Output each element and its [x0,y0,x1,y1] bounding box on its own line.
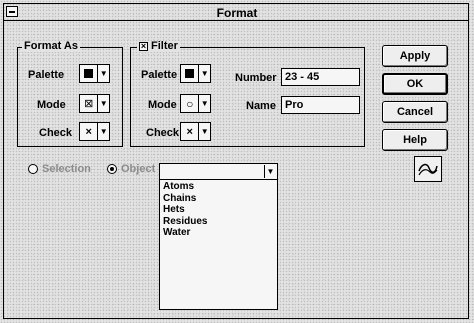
chevron-down-icon[interactable]: ▼ [98,65,109,82]
chevron-down-icon[interactable]: ▼ [199,123,210,140]
selection-radio[interactable] [28,164,38,174]
format-mode-picker[interactable]: ⊠ ▼ [79,94,110,113]
name-field[interactable]: Pro [281,96,360,114]
window-title: Format [216,6,258,20]
ok-button[interactable]: OK [382,73,448,95]
molecule-icon [414,156,442,182]
filter-legend: × Filter [137,41,180,52]
list-item-atoms[interactable]: Atoms [160,181,277,193]
format-mode-label: Mode [37,99,66,111]
object-label: Object [121,163,156,175]
filter-palette-picker[interactable]: ▼ [180,64,211,83]
object-dropdown[interactable] [159,163,278,180]
chevron-down-icon[interactable]: ▼ [98,123,109,140]
filter-legend-text: Filter [151,40,178,52]
title-separator [4,20,468,21]
apply-button[interactable]: Apply [382,45,448,67]
chevron-down-icon[interactable]: ▼ [264,165,276,178]
list-item-chains[interactable]: Chains [160,193,277,205]
format-check-picker[interactable]: × ▼ [79,122,110,141]
palette-swatch [185,69,195,78]
number-label: Number [235,72,277,84]
format-as-legend: Format As [22,40,80,52]
selection-label: Selection [42,163,91,175]
filter-mode-label: Mode [148,99,177,111]
number-field[interactable]: 23 - 45 [281,68,360,86]
chevron-down-icon[interactable]: ▼ [98,95,109,112]
filter-palette-label: Palette [141,69,178,81]
filter-enable-checkbox[interactable]: × [139,42,148,51]
filter-mode-picker[interactable]: ○ ▼ [180,94,211,113]
cancel-button[interactable]: Cancel [382,101,448,123]
check-mark-icon: × [181,123,200,140]
help-button[interactable]: Help [382,129,448,151]
list-item-water[interactable]: Water [160,227,277,239]
palette-swatch [84,69,94,78]
object-dropdown-list: Atoms Chains Hets Residues Water [159,179,278,310]
filter-check-picker[interactable]: × ▼ [180,122,211,141]
mode-circle-icon: ○ [181,95,200,112]
filter-check-label: Check [146,127,180,139]
format-palette-picker[interactable]: ▼ [79,64,110,83]
object-radio[interactable] [107,164,117,174]
format-check-label: Check [39,127,73,139]
mode-pattern-icon: ⊠ [80,95,99,112]
name-label: Name [246,100,276,112]
format-palette-label: Palette [28,69,65,81]
list-item-residues[interactable]: Residues [160,216,277,228]
chevron-down-icon[interactable]: ▼ [199,65,210,82]
chevron-down-icon[interactable]: ▼ [199,95,210,112]
list-item-hets[interactable]: Hets [160,204,277,216]
check-mark-icon: × [80,123,99,140]
